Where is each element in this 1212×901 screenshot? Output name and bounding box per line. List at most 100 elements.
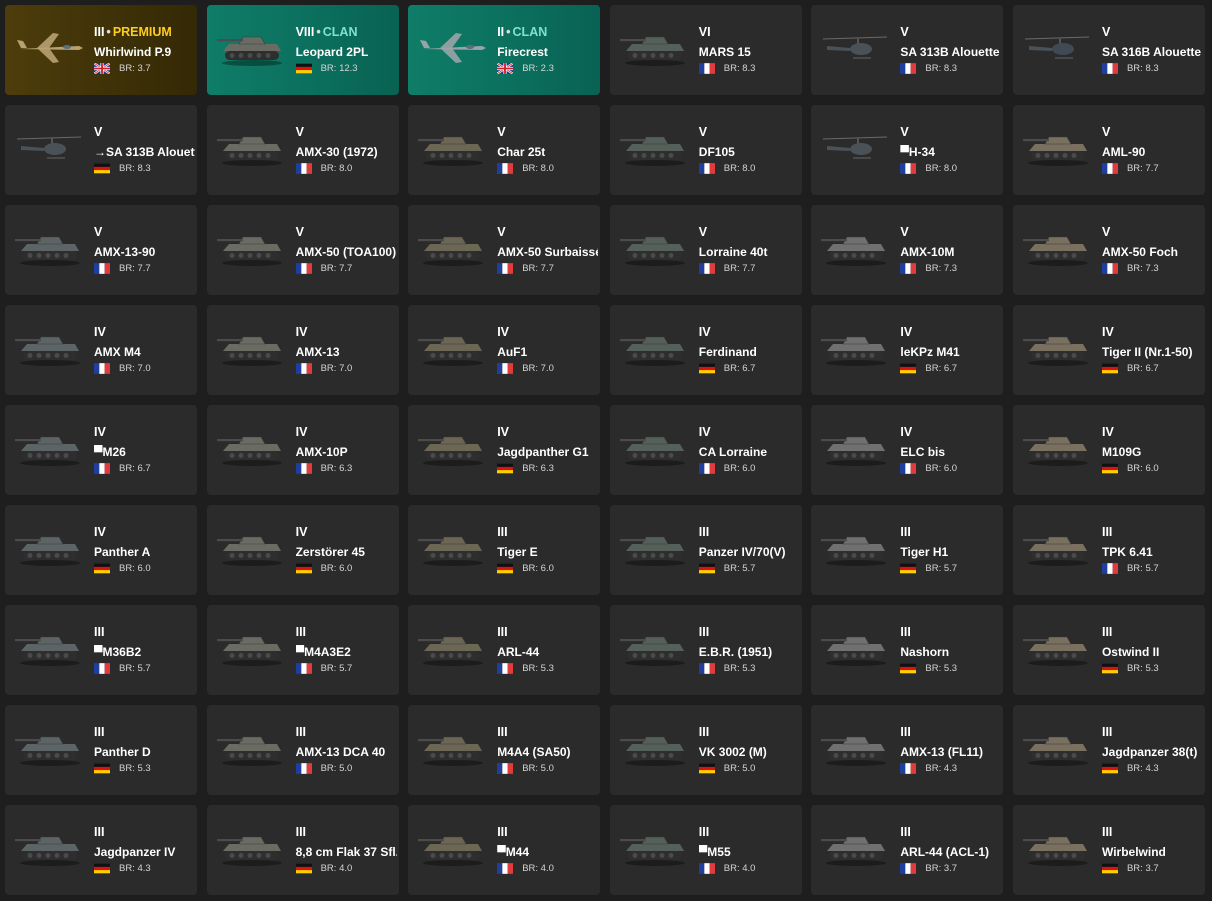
- vehicle-card[interactable]: IV Ferdinand BR: 6.7: [609, 305, 802, 395]
- vehicle-card[interactable]: IV AMX M4 BR: 7.0: [5, 305, 197, 395]
- vehicle-card[interactable]: V AMX-50 Foch BR: 7.3: [1012, 205, 1205, 295]
- vehicle-card[interactable]: III Tiger H1 BR: 5.7: [811, 505, 1004, 595]
- vehicle-name: Char 25t: [497, 145, 546, 159]
- vehicle-card[interactable]: VI MARS 15 BR: 8.3: [609, 5, 802, 95]
- battle-rating: BR: 6.7: [1126, 363, 1159, 374]
- tank-icon: [15, 627, 85, 667]
- vehicle-name: AMX-30 (1972): [295, 145, 378, 159]
- vehicle-card[interactable]: III M4A4 (SA50) BR: 5.0: [408, 705, 601, 795]
- vehicle-card[interactable]: III ▀M4A3E2 BR: 5.7: [206, 605, 399, 695]
- vehicle-card[interactable]: III VK 3002 (M) BR: 5.0: [609, 705, 802, 795]
- battle-rating: BR: 5.0: [320, 763, 353, 774]
- vehicle-card[interactable]: IV leKPz M41 BR: 6.7: [811, 305, 1004, 395]
- vehicle-card[interactable]: III AMX-13 DCA 40 BR: 5.0: [206, 705, 399, 795]
- vehicle-card[interactable]: III ▀M44 BR: 4.0: [408, 805, 601, 895]
- france-flag-icon: [1101, 63, 1118, 74]
- vehicle-card[interactable]: III 8,8 cm Flak 37 Sfl. BR: 4.0: [206, 805, 399, 895]
- vehicle-tier: V: [900, 225, 909, 239]
- vehicle-card[interactable]: II • CLAN Firecrest BR: 2.3: [408, 5, 601, 95]
- france-flag-icon: [1101, 163, 1118, 174]
- vehicle-name: 8,8 cm Flak 37 Sfl.: [295, 845, 397, 859]
- vehicle-card[interactable]: III Panzer IV/70(V) BR: 5.7: [609, 505, 802, 595]
- battle-rating: BR: 8.3: [723, 63, 756, 74]
- battle-rating: BR: 5.0: [723, 763, 756, 774]
- battle-rating: BR: 5.7: [925, 563, 958, 574]
- vehicle-card[interactable]: IV CA Lorraine BR: 6.0: [609, 405, 802, 495]
- tank-icon: [216, 627, 287, 667]
- battle-rating: BR: 6.0: [522, 563, 554, 574]
- tank-icon: [418, 127, 488, 167]
- vehicle-card[interactable]: III • PREMIUM Whirlwind P.9 BR: 3.7: [5, 5, 197, 95]
- vehicle-card[interactable]: V AML-90 BR: 7.7: [1012, 105, 1205, 195]
- vehicle-tier: III: [295, 825, 307, 839]
- vehicle-card[interactable]: IV AMX-10P BR: 6.3: [206, 405, 399, 495]
- vehicle-card[interactable]: IV AuF1 BR: 7.0: [408, 305, 601, 395]
- tank-icon: [418, 227, 488, 267]
- vehicle-card[interactable]: III ▀M36B2 BR: 5.7: [5, 605, 197, 695]
- plane-icon: [418, 27, 488, 67]
- vehicle-card[interactable]: III Ostwind II BR: 5.3: [1012, 605, 1205, 695]
- vehicle-card[interactable]: IV ▀M26 BR: 6.7: [5, 405, 197, 495]
- france-flag-icon: [295, 163, 312, 174]
- battle-rating: BR: 8.3: [925, 63, 958, 74]
- vehicle-card[interactable]: V AMX-13-90 BR: 7.7: [5, 205, 197, 295]
- vehicle-tier: II • CLAN: [497, 25, 548, 39]
- vehicle-card[interactable]: III Wirbelwind BR: 3.7: [1012, 805, 1205, 895]
- vehicle-card[interactable]: V AMX-50 Surbaissé BR: 7.7: [408, 205, 601, 295]
- vehicle-card[interactable]: IV Jagdpanther G1 BR: 6.3: [408, 405, 601, 495]
- vehicle-card[interactable]: III Jagdpanzer 38(t) BR: 4.3: [1012, 705, 1205, 795]
- tank-icon: [15, 727, 85, 767]
- tank-icon: [216, 827, 287, 867]
- vehicle-card[interactable]: III Tiger E BR: 6.0: [408, 505, 601, 595]
- france-flag-icon: [698, 863, 715, 874]
- vehicle-card[interactable]: IV ELC bis BR: 6.0: [811, 405, 1004, 495]
- vehicle-tier: III: [698, 825, 710, 839]
- battle-rating: BR: 7.0: [320, 363, 353, 374]
- vehicle-card[interactable]: IV Tiger II (Nr.1-50) BR: 6.7: [1012, 305, 1205, 395]
- vehicle-card[interactable]: IV Zerstörer 45 BR: 6.0: [206, 505, 399, 595]
- vehicle-tier: III: [497, 525, 508, 539]
- vehicle-card[interactable]: V →SA 313B Alouett BR: 8.3: [5, 105, 197, 195]
- uk-flag-icon: [497, 63, 514, 74]
- vehicle-card[interactable]: III Nashorn BR: 5.3: [811, 605, 1004, 695]
- vehicle-name: Panther D: [94, 745, 151, 759]
- vehicle-card[interactable]: V SA 316B Alouette I BR: 8.3: [1012, 5, 1205, 95]
- vehicle-card[interactable]: III Panther D BR: 5.3: [5, 705, 197, 795]
- germany-flag-icon: [1101, 763, 1118, 774]
- germany-flag-icon: [900, 363, 917, 374]
- vehicle-card[interactable]: III ▀M55 BR: 4.0: [609, 805, 802, 895]
- vehicle-card[interactable]: V DF105 BR: 8.0: [609, 105, 802, 195]
- vehicle-tag-badge: PREMIUM: [112, 25, 172, 39]
- vehicle-card[interactable]: V AMX-10M BR: 7.3: [811, 205, 1004, 295]
- vehicle-tier: V: [497, 225, 506, 239]
- vehicle-card[interactable]: V SA 313B Alouette I BR: 8.3: [811, 5, 1004, 95]
- vehicle-name: AuF1: [497, 345, 528, 359]
- vehicle-card[interactable]: III AMX-13 (FL11) BR: 4.3: [811, 705, 1004, 795]
- germany-flag-icon: [497, 463, 514, 474]
- vehicle-card[interactable]: III ARL-44 (ACL-1) BR: 3.7: [811, 805, 1004, 895]
- vehicle-card[interactable]: V AMX-50 (TOA100) BR: 7.7: [206, 205, 399, 295]
- vehicle-card[interactable]: III TPK 6.41 BR: 5.7: [1012, 505, 1205, 595]
- vehicle-card[interactable]: V ▀H-34 BR: 8.0: [811, 105, 1004, 195]
- vehicle-name: AMX-13-90: [94, 245, 156, 259]
- vehicle-card[interactable]: V Lorraine 40t BR: 7.7: [609, 205, 802, 295]
- vehicle-tier: III: [1101, 625, 1113, 639]
- vehicle-name: Jagdpanther G1: [497, 445, 589, 459]
- vehicle-name: E.B.R. (1951): [698, 645, 773, 659]
- vehicle-name: AMX-13: [295, 345, 340, 359]
- vehicle-card[interactable]: III E.B.R. (1951) BR: 5.3: [609, 605, 802, 695]
- germany-flag-icon: [295, 63, 312, 74]
- vehicle-card[interactable]: V Char 25t BR: 8.0: [408, 105, 601, 195]
- vehicle-card[interactable]: IV M109G BR: 6.0: [1012, 405, 1205, 495]
- tank-icon: [1022, 727, 1093, 767]
- france-flag-icon: [497, 863, 514, 874]
- vehicle-card[interactable]: III Jagdpanzer IV BR: 4.3: [5, 805, 197, 895]
- tank-icon: [619, 327, 690, 367]
- vehicle-card[interactable]: VIII • CLAN Leopard 2PL BR: 12.3: [206, 5, 399, 95]
- vehicle-card[interactable]: IV AMX-13 BR: 7.0: [206, 305, 399, 395]
- vehicle-card[interactable]: V AMX-30 (1972) BR: 8.0: [206, 105, 399, 195]
- vehicle-card[interactable]: IV Panther A BR: 6.0: [5, 505, 197, 595]
- vehicle-name: Lorraine 40t: [698, 245, 768, 259]
- tank-icon: [1022, 127, 1093, 167]
- vehicle-card[interactable]: III ARL-44 BR: 5.3: [408, 605, 601, 695]
